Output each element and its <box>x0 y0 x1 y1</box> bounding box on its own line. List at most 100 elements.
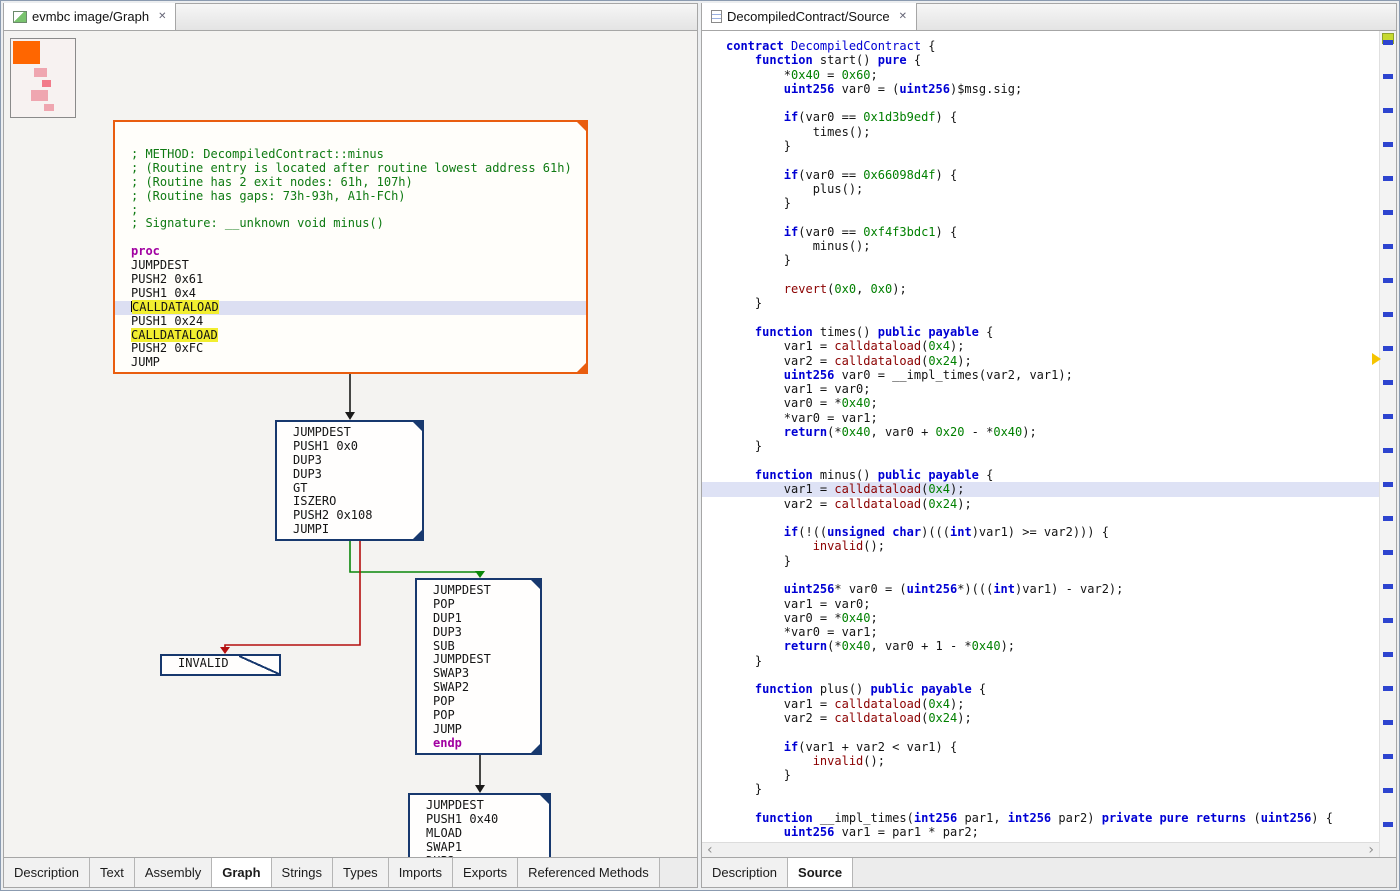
asm-line[interactable]: endp <box>417 737 540 751</box>
asm-line[interactable]: JUMPDEST <box>277 426 422 440</box>
source-line[interactable]: } <box>702 439 1379 453</box>
source-line[interactable]: } <box>702 768 1379 782</box>
bottom-tab-assembly[interactable]: Assembly <box>135 858 212 887</box>
ruler-mark[interactable] <box>1383 652 1393 657</box>
scroll-right-icon[interactable]: › <box>1368 842 1374 858</box>
source-line[interactable]: var1 = var0; <box>702 597 1379 611</box>
source-line[interactable]: var0 = *0x40; <box>702 396 1379 410</box>
asm-line[interactable]: JUMPI <box>277 523 422 537</box>
source-line[interactable]: if(var1 + var2 < var1) { <box>702 740 1379 754</box>
asm-line[interactable] <box>115 231 586 245</box>
bottom-tab-imports[interactable]: Imports <box>389 858 453 887</box>
source-line[interactable]: uint256 var0 = (uint256)$msg.sig; <box>702 82 1379 96</box>
source-line[interactable]: } <box>702 139 1379 153</box>
source-line[interactable] <box>702 211 1379 225</box>
source-line[interactable]: invalid(); <box>702 539 1379 553</box>
asm-line[interactable]: JUMP <box>417 723 540 737</box>
source-line[interactable]: uint256 var1 = par1 * par2; <box>702 825 1379 839</box>
source-line[interactable]: *var0 = var1; <box>702 625 1379 639</box>
asm-line[interactable]: PUSH1 0x4 <box>115 287 586 301</box>
asm-line[interactable]: PUSH2 0x108 <box>277 509 422 523</box>
source-line[interactable]: var2 = calldataload(0x24); <box>702 354 1379 368</box>
source-line[interactable] <box>702 96 1379 110</box>
source-line[interactable]: var1 = calldataload(0x4); <box>702 697 1379 711</box>
source-line[interactable]: var2 = calldataload(0x24); <box>702 497 1379 511</box>
source-line[interactable]: if(var0 == 0x1d3b9edf) { <box>702 110 1379 124</box>
bottom-tab-source[interactable]: Source <box>788 858 853 887</box>
ruler-mark[interactable] <box>1383 380 1393 385</box>
bottom-tab-referenced-methods[interactable]: Referenced Methods <box>518 858 660 887</box>
source-line[interactable]: var0 = *0x40; <box>702 611 1379 625</box>
ruler-mark[interactable] <box>1383 584 1393 589</box>
asm-line[interactable]: DUP3 <box>417 626 540 640</box>
source-line[interactable]: } <box>702 782 1379 796</box>
asm-line[interactable]: DUP1 <box>417 612 540 626</box>
bottom-tab-exports[interactable]: Exports <box>453 858 518 887</box>
source-line[interactable]: function start() pure { <box>702 53 1379 67</box>
ruler-mark[interactable] <box>1383 618 1393 623</box>
asm-line[interactable]: ; (Routine entry is located after routin… <box>115 162 586 176</box>
graph-node-invalid[interactable]: INVALID <box>160 654 281 676</box>
source-line[interactable] <box>702 511 1379 525</box>
bottom-tab-graph[interactable]: Graph <box>212 858 271 887</box>
asm-line[interactable]: POP <box>417 709 540 723</box>
asm-line[interactable]: DUP3 <box>277 468 422 482</box>
ruler-mark[interactable] <box>1383 550 1393 555</box>
source-line[interactable]: } <box>702 654 1379 668</box>
ruler-mark[interactable] <box>1383 720 1393 725</box>
overview-ruler[interactable] <box>1379 31 1396 857</box>
source-line[interactable]: } <box>702 296 1379 310</box>
source-line[interactable]: *0x40 = 0x60; <box>702 68 1379 82</box>
close-icon[interactable]: ✕ <box>899 11 907 22</box>
source-line[interactable]: if(!((unsigned char)(((int)var1) >= var2… <box>702 525 1379 539</box>
ruler-mark[interactable] <box>1383 788 1393 793</box>
ruler-mark[interactable] <box>1383 278 1393 283</box>
ruler-mark[interactable] <box>1383 482 1393 487</box>
ruler-mark[interactable] <box>1383 74 1393 79</box>
bottom-tab-text[interactable]: Text <box>90 858 135 887</box>
asm-line[interactable]: SWAP1 <box>410 841 549 855</box>
close-icon[interactable]: ✕ <box>158 11 166 22</box>
asm-line[interactable]: JUMP <box>115 356 586 370</box>
ruler-mark[interactable] <box>1383 822 1393 827</box>
ruler-mark[interactable] <box>1383 686 1393 691</box>
graph-node-entry[interactable]: ; METHOD: DecompiledContract::minus; (Ro… <box>113 120 588 374</box>
asm-line[interactable]: POP <box>417 695 540 709</box>
ruler-mark[interactable] <box>1383 414 1393 419</box>
asm-line[interactable]: CALLDATALOAD <box>115 301 586 315</box>
source-line[interactable]: function __impl_times(int256 par1, int25… <box>702 811 1379 825</box>
ruler-mark[interactable] <box>1383 40 1393 45</box>
source-line[interactable]: return(*0x40, var0 + 0x20 - *0x40); <box>702 425 1379 439</box>
asm-line[interactable]: ISZERO <box>277 495 422 509</box>
source-line[interactable]: function times() public payable { <box>702 325 1379 339</box>
graph-node-return[interactable]: JUMPDESTPUSH1 0x40MLOADSWAP1DUP2 <box>408 793 551 858</box>
asm-line[interactable]: JUMPDEST <box>417 584 540 598</box>
ruler-mark[interactable] <box>1383 312 1393 317</box>
source-line[interactable] <box>702 725 1379 739</box>
asm-line[interactable]: PUSH2 0xFC <box>115 342 586 356</box>
ruler-mark[interactable] <box>1383 754 1393 759</box>
graph-node-compare[interactable]: JUMPDESTPUSH1 0x0DUP3DUP3GTISZEROPUSH2 0… <box>275 420 424 541</box>
source-line[interactable]: minus(); <box>702 239 1379 253</box>
source-line[interactable]: function minus() public payable { <box>702 468 1379 482</box>
source-line[interactable]: var1 = calldataload(0x4); <box>702 482 1379 496</box>
bottom-tab-description[interactable]: Description <box>4 858 90 887</box>
graph-node-body[interactable]: JUMPDESTPOPDUP1DUP3SUBJUMPDESTSWAP3SWAP2… <box>415 578 542 755</box>
source-line[interactable] <box>702 454 1379 468</box>
asm-line[interactable]: ; METHOD: DecompiledContract::minus <box>115 148 586 162</box>
asm-line[interactable]: PUSH1 0x24 <box>115 315 586 329</box>
asm-line[interactable]: SWAP2 <box>417 681 540 695</box>
source-line[interactable] <box>702 153 1379 167</box>
asm-line[interactable]: MLOAD <box>410 827 549 841</box>
asm-line[interactable]: ; Signature: __unknown void minus() <box>115 217 586 231</box>
asm-line[interactable]: JUMPDEST <box>115 259 586 273</box>
source-line[interactable]: invalid(); <box>702 754 1379 768</box>
source-line[interactable]: *var0 = var1; <box>702 411 1379 425</box>
source-line[interactable]: function plus() public payable { <box>702 682 1379 696</box>
source-line[interactable]: plus(); <box>702 182 1379 196</box>
bottom-tab-types[interactable]: Types <box>333 858 389 887</box>
source-line[interactable]: if(var0 == 0xf4f3bdc1) { <box>702 225 1379 239</box>
source-code-area[interactable]: contract DecompiledContract { function s… <box>702 31 1379 842</box>
source-line[interactable] <box>702 268 1379 282</box>
asm-line[interactable]: ; (Routine has gaps: 73h-93h, A1h-FCh) <box>115 190 586 204</box>
